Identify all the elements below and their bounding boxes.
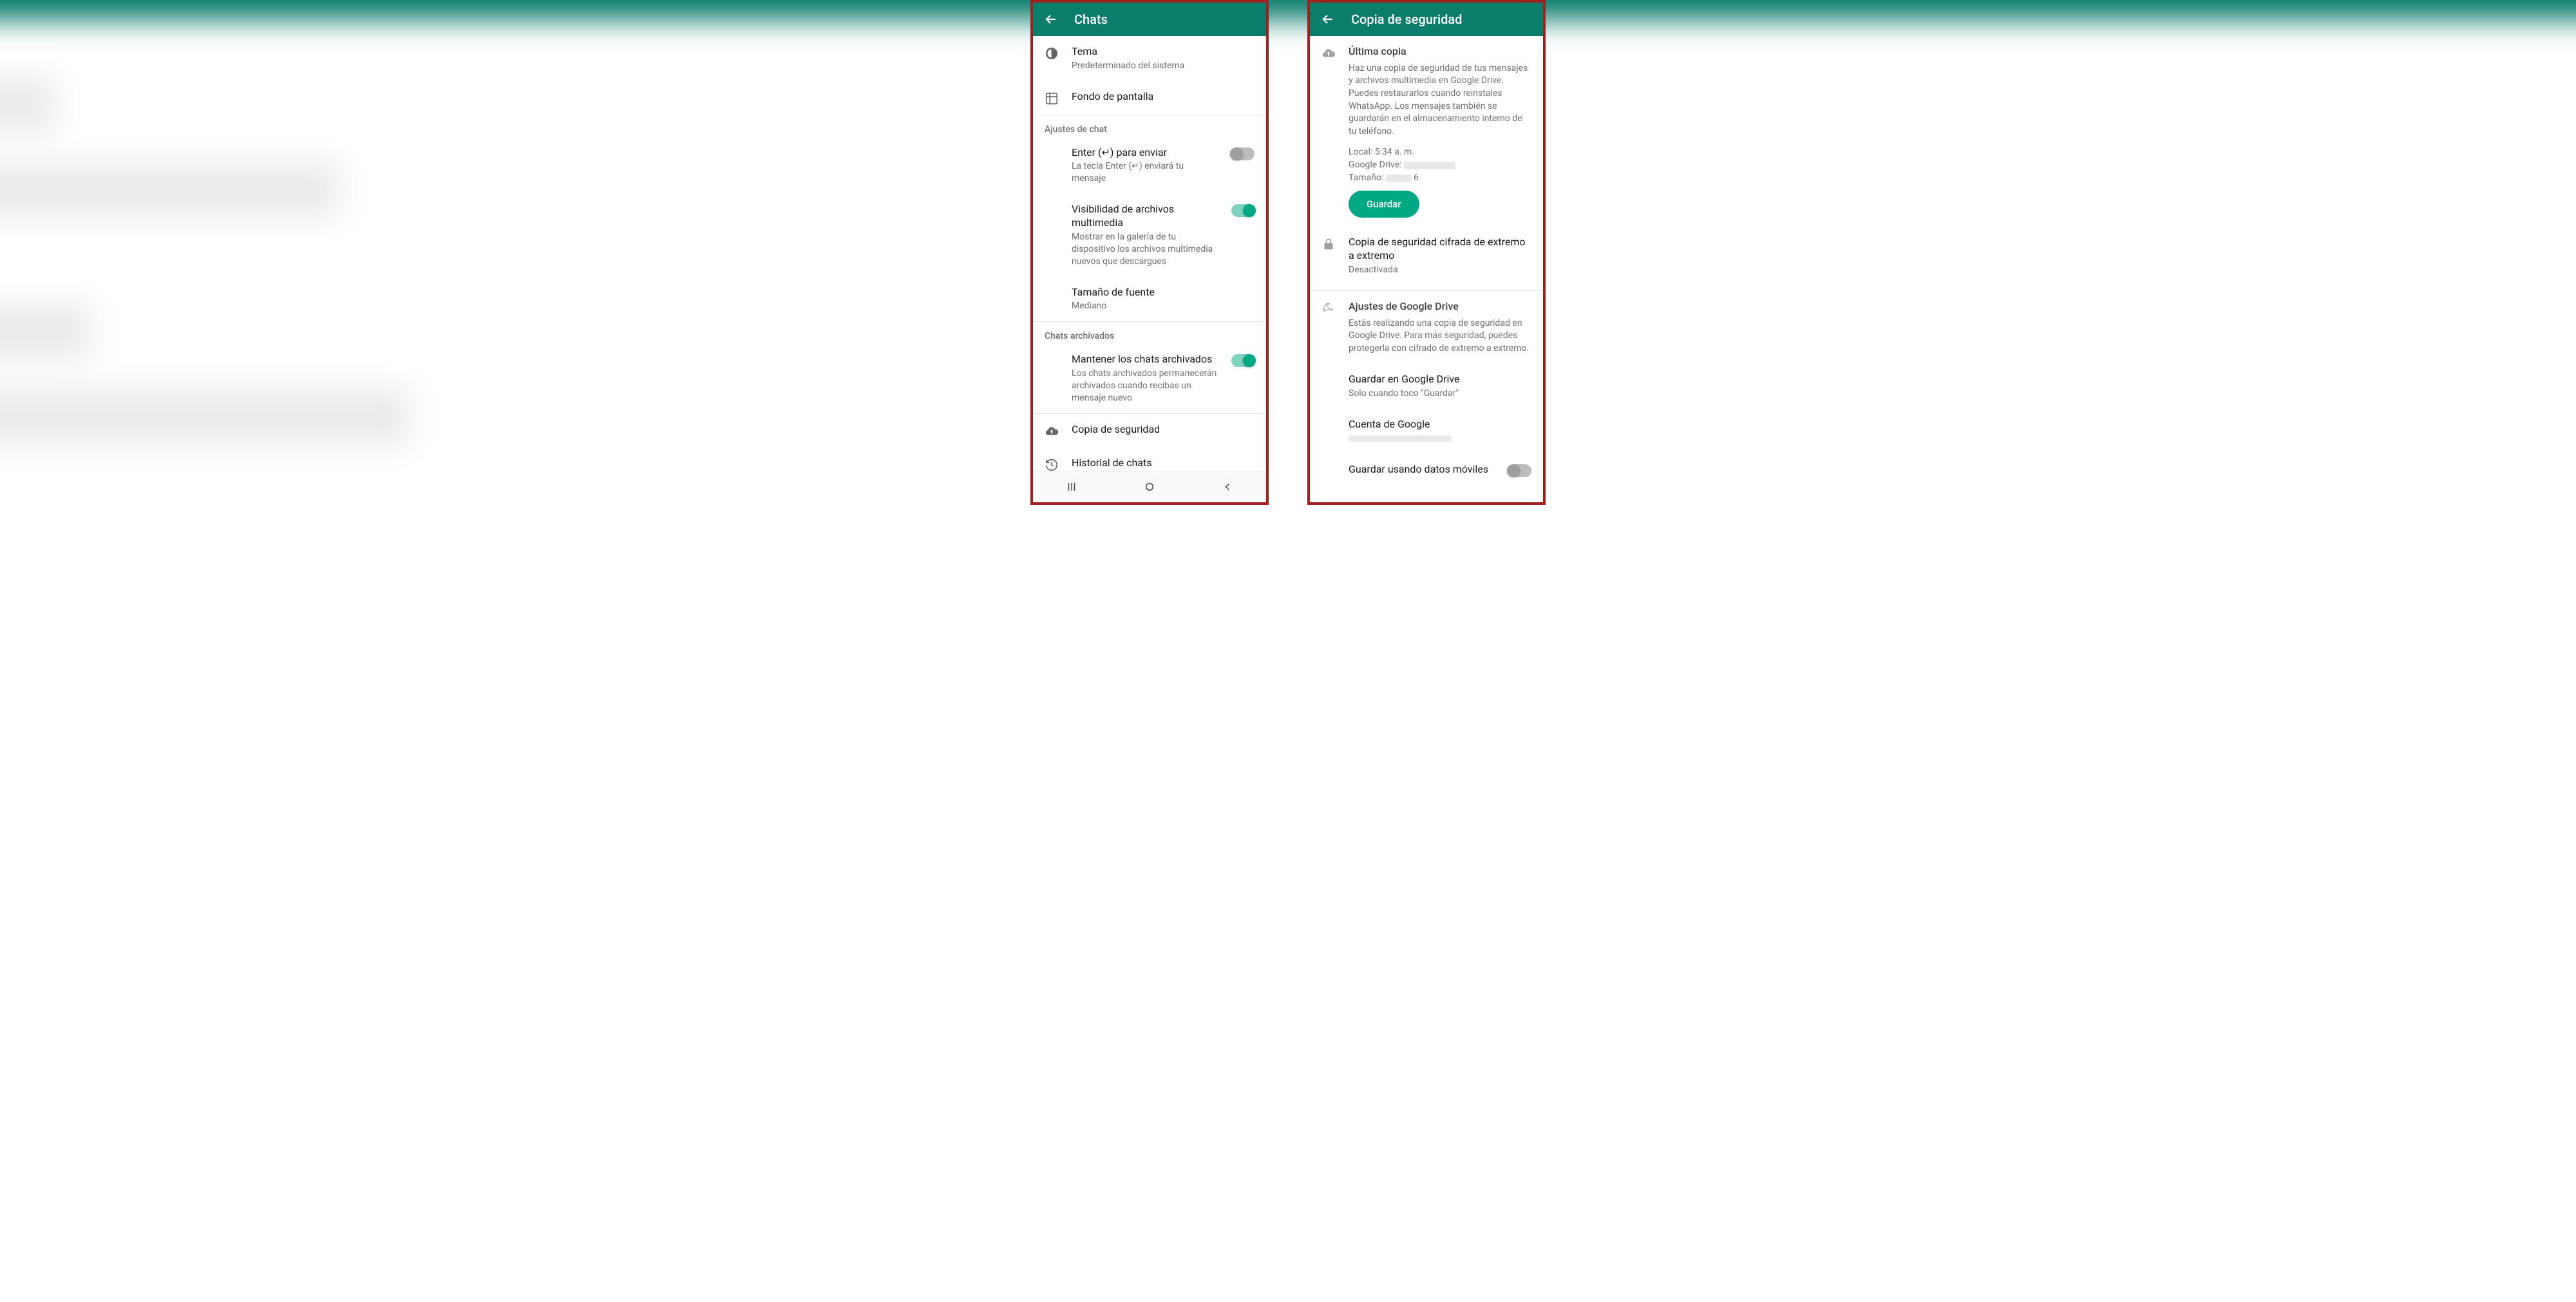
save-to-gdrive-item[interactable]: Guardar en Google Drive Solo cuando toco… — [1310, 364, 1543, 409]
font-size-item[interactable]: Tamaño de fuente Mediano — [1033, 277, 1266, 322]
backup-settings-screen: Copia de seguridad Última copia Haz una … — [1307, 0, 1546, 505]
history-icon — [1045, 458, 1059, 471]
size-value: 6 — [1414, 173, 1419, 183]
wallpaper-item[interactable]: Fondo de pantalla — [1033, 81, 1266, 115]
enter-to-send-toggle[interactable] — [1231, 147, 1255, 160]
back-button[interactable] — [1320, 12, 1336, 27]
back-button[interactable] — [1043, 12, 1059, 27]
item-title: Tema — [1072, 45, 1255, 59]
mobile-data-item[interactable]: Guardar usando datos móviles — [1310, 454, 1543, 486]
app-bar: Copia de seguridad — [1310, 3, 1543, 36]
item-title: Visibilidad de archivos multimedia — [1072, 203, 1218, 230]
save-backup-button[interactable]: Guardar — [1349, 191, 1419, 218]
cloud-upload-icon — [1321, 46, 1336, 61]
item-title: Historial de chats — [1072, 457, 1255, 470]
item-title: Fondo de pantalla — [1072, 90, 1255, 104]
section-header-archived: Chats archivados — [1033, 322, 1266, 344]
chats-settings-screen: Chats Tema Predeterminado del sistema — [1030, 0, 1269, 505]
section-title: Ajustes de Google Drive — [1349, 300, 1531, 314]
nav-back-button[interactable] — [1220, 479, 1235, 495]
nav-recent-button[interactable] — [1064, 479, 1079, 495]
item-subtitle: Mostrar en la galería de tu dispositivo … — [1072, 231, 1218, 268]
mobile-data-toggle[interactable] — [1508, 464, 1531, 477]
backup-content: Última copia Haz una copia de seguridad … — [1310, 36, 1543, 502]
item-title: Guardar en Google Drive — [1349, 373, 1531, 386]
item-title: Guardar usando datos móviles — [1349, 463, 1495, 476]
keep-archived-toggle[interactable] — [1231, 354, 1255, 367]
local-backup-row: Local: 5:34 a. m. — [1349, 147, 1531, 157]
last-backup-section: Última copia Haz una copia de seguridad … — [1310, 36, 1543, 227]
theme-icon — [1045, 46, 1059, 61]
lock-icon — [1321, 237, 1336, 251]
settings-list: Tema Predeterminado del sistema Fondo de… — [1033, 36, 1266, 471]
item-title: Copia de seguridad — [1072, 423, 1255, 437]
size-redacted — [1386, 175, 1412, 182]
android-nav-bar — [1033, 471, 1266, 502]
wallpaper-icon — [1045, 91, 1059, 106]
gdrive-backup-row: Google Drive: — [1349, 160, 1531, 170]
size-row: Tamaño: 6 — [1349, 173, 1531, 183]
item-title: Enter (↵) para enviar — [1072, 146, 1218, 160]
back-icon — [1222, 481, 1233, 493]
section-description: Haz una copia de seguridad de tus mensaj… — [1349, 62, 1531, 138]
item-title: Mantener los chats archivados — [1072, 353, 1218, 366]
e2e-backup-item[interactable]: Copia de seguridad cifrada de extremo a … — [1310, 227, 1543, 285]
arrow-back-icon — [1043, 12, 1059, 27]
home-icon — [1144, 481, 1155, 493]
google-account-item[interactable]: Cuenta de Google — [1310, 409, 1543, 454]
chat-history-item[interactable]: Historial de chats — [1033, 448, 1266, 471]
item-title: Cuenta de Google — [1349, 418, 1531, 431]
backup-item[interactable]: Copia de seguridad — [1033, 414, 1266, 448]
cloud-upload-icon — [1045, 424, 1059, 439]
item-title: Copia de seguridad cifrada de extremo a … — [1349, 236, 1531, 263]
gdrive-settings-section: Ajustes de Google Drive Estás realizando… — [1310, 291, 1543, 364]
screen-title: Copia de seguridad — [1351, 12, 1462, 27]
media-visibility-toggle[interactable] — [1231, 204, 1255, 217]
gdrive-label: Google Drive: — [1349, 160, 1402, 170]
enter-to-send-item[interactable]: Enter (↵) para enviar La tecla Enter (↵)… — [1033, 137, 1266, 194]
item-subtitle: Predeterminado del sistema — [1072, 60, 1255, 72]
item-subtitle: La tecla Enter (↵) enviará tu mensaje — [1072, 160, 1218, 185]
local-value: 5:34 a. m. — [1375, 147, 1414, 157]
account-redacted — [1349, 433, 1531, 445]
item-subtitle: Desactivada — [1349, 264, 1531, 276]
arrow-back-icon — [1320, 12, 1336, 27]
theme-item[interactable]: Tema Predeterminado del sistema — [1033, 36, 1266, 81]
item-subtitle: Solo cuando toco "Guardar" — [1349, 388, 1531, 400]
item-title: Tamaño de fuente — [1072, 286, 1255, 299]
section-description: Estás realizando una copia de seguridad … — [1349, 317, 1531, 355]
recent-icon — [1066, 481, 1077, 493]
section-title: Última copia — [1349, 45, 1531, 59]
google-drive-icon — [1321, 301, 1336, 316]
media-visibility-item[interactable]: Visibilidad de archivos multimedia Mostr… — [1033, 194, 1266, 276]
size-label: Tamaño: — [1349, 173, 1383, 183]
item-subtitle: Los chats archivados permanecerán archiv… — [1072, 368, 1218, 404]
item-subtitle: Mediano — [1072, 300, 1255, 312]
app-bar: Chats — [1033, 3, 1266, 36]
section-header-chat-settings: Ajustes de chat — [1033, 115, 1266, 137]
nav-home-button[interactable] — [1142, 479, 1157, 495]
gdrive-value-redacted — [1404, 162, 1455, 169]
local-label: Local: — [1349, 147, 1372, 157]
screen-title: Chats — [1074, 12, 1108, 27]
keep-archived-item[interactable]: Mantener los chats archivados Los chats … — [1033, 344, 1266, 413]
